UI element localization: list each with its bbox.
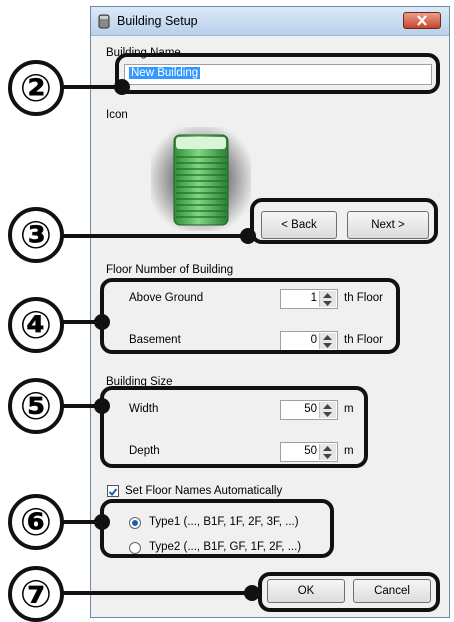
callout-3: ③ — [8, 207, 64, 263]
close-button[interactable] — [403, 12, 441, 29]
callout-line — [62, 234, 248, 238]
callout-dot — [94, 514, 110, 530]
callout-highlight-name — [115, 53, 440, 94]
callout-line — [62, 85, 122, 89]
callout-5: ⑤ — [8, 378, 64, 434]
close-icon — [417, 15, 427, 26]
callout-dot — [94, 314, 110, 330]
callout-highlight-names-type — [100, 499, 334, 558]
callout-highlight-floors — [100, 278, 400, 354]
callout-4: ④ — [8, 297, 64, 353]
building-icon[interactable] — [151, 127, 251, 231]
checkmark-icon — [108, 488, 118, 496]
callout-dot — [94, 398, 110, 414]
callout-dot — [114, 79, 130, 95]
callout-dot — [240, 228, 256, 244]
building-app-icon — [98, 14, 110, 29]
callout-highlight-nav — [250, 198, 438, 244]
icon-label: Icon — [106, 109, 128, 121]
callout-highlight-ok — [258, 572, 440, 612]
callout-dot — [244, 585, 260, 601]
title-bar[interactable]: Building Setup — [91, 7, 449, 36]
dialog-title: Building Setup — [117, 14, 198, 28]
callout-7: ⑦ — [8, 566, 64, 622]
callout-line — [62, 591, 252, 595]
callout-2: ② — [8, 60, 64, 116]
floor-section-label: Floor Number of Building — [106, 264, 234, 276]
auto-names-label: Set Floor Names Automatically — [125, 485, 283, 497]
auto-names-checkbox[interactable] — [107, 485, 119, 497]
callout-6: ⑥ — [8, 494, 64, 550]
callout-highlight-size — [100, 386, 368, 468]
